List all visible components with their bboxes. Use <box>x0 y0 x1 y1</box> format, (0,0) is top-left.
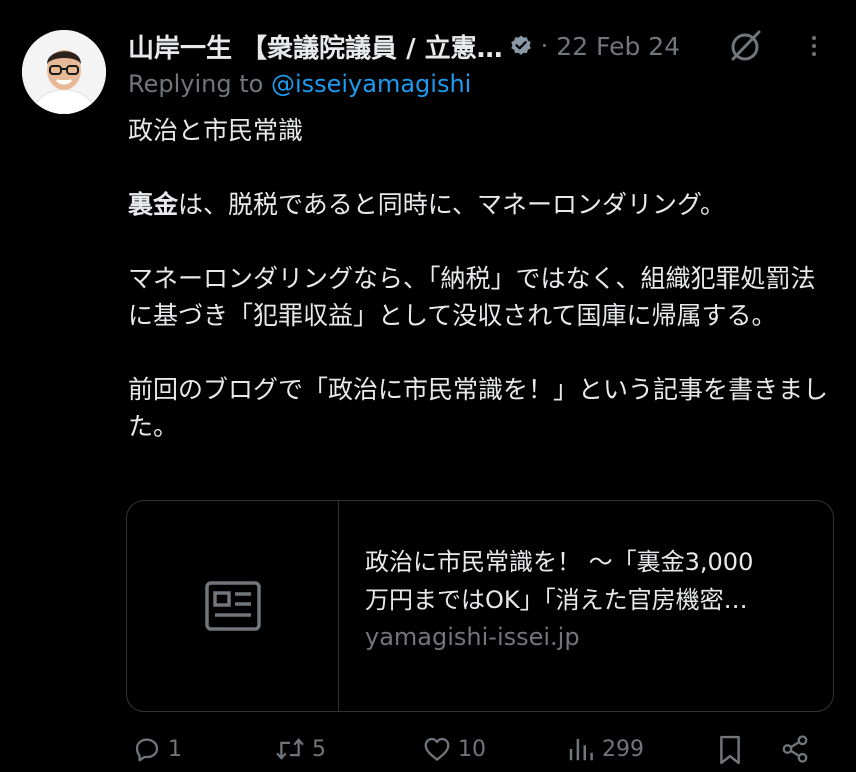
body-line-1: 政治と市民常識 <box>128 116 304 145</box>
share-button[interactable] <box>780 734 810 764</box>
share-icon <box>782 735 808 763</box>
bookmark-icon <box>720 735 740 765</box>
views-count: 299 <box>602 736 644 762</box>
more-icon[interactable] <box>796 28 832 64</box>
views-button[interactable]: 299 <box>566 734 644 764</box>
tweet-body: 政治と市民常識 裏金は、脱税であると同時に、マネーロンダリング。 マネーロンダリ… <box>128 112 828 445</box>
card-title: 政治に市民常識を！ ～「裏金3,000 万円まではOK」「消えた官房機密… <box>365 543 825 619</box>
replying-handle-link[interactable]: @isseiyamagishi <box>271 70 471 98</box>
reply-button[interactable]: 1 <box>132 734 182 764</box>
repost-button[interactable]: 5 <box>274 734 326 764</box>
body-bold-term: 裏金 <box>128 190 179 219</box>
card-title-line-2: 万円まではOK」「消えた官房機密… <box>365 586 748 614</box>
reply-count: 1 <box>168 736 182 762</box>
body-paragraph-2-rest: は、脱税であると同時に、マネーロンダリング。 <box>178 190 726 219</box>
like-icon <box>424 737 450 761</box>
card-info: 政治に市民常識を！ ～「裏金3,000 万円まではOK」「消えた官房機密… ya… <box>339 501 833 711</box>
link-card[interactable]: 政治に市民常識を！ ～「裏金3,000 万円まではOK」「消えた官房機密… ya… <box>126 500 834 712</box>
body-paragraph-2: 裏金は、脱税であると同時に、マネーロンダリング。 <box>128 186 828 223</box>
tweet-header: 山岸一生 【衆議院議員 / 立憲… · 22 Feb 24 <box>128 26 836 66</box>
grok-icon[interactable] <box>726 26 766 66</box>
body-paragraph-4: 前回のブログで「政治に市民常識を！」という記事を書きました。 <box>128 375 829 441</box>
repost-count: 5 <box>312 736 326 762</box>
header-separator: · <box>540 32 549 60</box>
card-title-line-1: 政治に市民常識を！ ～「裏金3,000 <box>365 548 754 576</box>
tweet-date[interactable]: 22 Feb 24 <box>556 32 680 61</box>
replying-to: Replying to @isseiyamagishi <box>128 70 471 98</box>
repost-icon <box>276 738 304 760</box>
reply-icon <box>135 738 159 762</box>
bookmark-button[interactable] <box>716 734 744 766</box>
avatar[interactable] <box>22 30 106 114</box>
author-name[interactable]: 山岸一生 【衆議院議員 / 立憲… <box>128 28 503 65</box>
card-domain: yamagishi-issei.jp <box>365 623 580 651</box>
like-count: 10 <box>458 736 486 762</box>
like-button[interactable]: 10 <box>422 734 486 764</box>
body-paragraph-3: マネーロンダリングなら、「納税」ではなく、組織犯罪処罰法に基づき「犯罪収益」とし… <box>128 264 816 330</box>
verified-badge-icon <box>510 35 531 55</box>
views-icon <box>569 739 593 761</box>
article-icon <box>204 581 261 631</box>
replying-prefix: Replying to <box>128 70 271 98</box>
card-thumbnail <box>127 501 339 711</box>
tweet-actions: 1 5 10 299 <box>126 730 838 772</box>
